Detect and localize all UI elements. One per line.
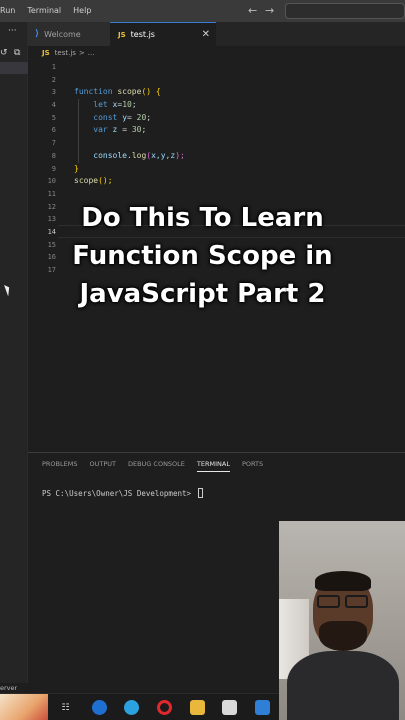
code-lines: function scope() { let x=10; const y= 20… — [74, 61, 185, 188]
line-number: 10 — [47, 177, 56, 186]
function-name-token: log — [131, 150, 147, 160]
number-token: 10 — [122, 100, 132, 110]
explorer-sidebar: ··· ↺ ⧉ — [0, 22, 28, 695]
webcam-person-beard — [319, 621, 367, 651]
keyword-token: let — [93, 100, 108, 110]
line-number: 8 — [51, 151, 56, 160]
tab-problems[interactable]: PROBLEMS — [42, 460, 77, 472]
code-line-5: const y= 20; — [74, 112, 185, 125]
tab-test-js[interactable]: JS test.js ✕ — [110, 22, 216, 46]
punctuation-token: () { — [141, 87, 161, 97]
menu-help[interactable]: Help — [67, 0, 97, 22]
arguments-token: x,y,z — [151, 150, 176, 160]
webcam-person-body — [287, 651, 399, 720]
keyword-token: var — [93, 125, 108, 135]
code-line-8: console.log(x,y,z); — [74, 150, 185, 163]
tab-output[interactable]: OUTPUT — [89, 460, 116, 472]
punctuation-token: } — [74, 163, 79, 173]
line-number: 9 — [51, 164, 56, 173]
command-search-input[interactable] — [285, 3, 405, 19]
terminal-prompt-line[interactable]: PS C:\Users\Owner\JS Development> — [42, 488, 203, 498]
refresh-icon[interactable]: ↺ — [0, 48, 8, 58]
menu-terminal[interactable]: Terminal — [21, 0, 67, 22]
caption-line-2: Function Scope in — [72, 241, 333, 271]
operator-token: = — [117, 125, 132, 135]
status-text[interactable]: erver — [0, 684, 17, 692]
code-line-9: } — [74, 163, 185, 176]
os-taskbar: ☷ — [0, 693, 279, 720]
tab-terminal[interactable]: TERMINAL — [196, 460, 230, 472]
code-line-4: let x=10; — [74, 99, 185, 112]
collapse-all-icon[interactable]: ⧉ — [14, 48, 20, 58]
more-actions-icon[interactable]: ··· — [8, 26, 17, 36]
punctuation-token: (); — [98, 176, 113, 186]
opera-icon[interactable] — [157, 700, 172, 715]
store-icon[interactable] — [255, 700, 270, 715]
taskbar-avatar-icon[interactable] — [0, 694, 48, 720]
file-explorer-icon[interactable] — [190, 700, 205, 715]
status-bar: erver — [0, 683, 279, 693]
edge-dev-icon[interactable] — [92, 700, 107, 715]
line-number: 2 — [51, 75, 56, 84]
line-number: 4 — [51, 101, 56, 110]
webcam-person-glasses — [315, 595, 371, 609]
line-number: 3 — [51, 88, 56, 97]
menu-run[interactable]: Run — [0, 0, 21, 22]
arrow-left-icon[interactable]: ← — [248, 4, 257, 18]
edge-icon[interactable] — [124, 700, 139, 715]
taskview-icon[interactable]: ☷ — [58, 700, 73, 715]
tab-debug-console[interactable]: DEBUG CONSOLE — [128, 460, 185, 472]
line-number: 5 — [51, 113, 56, 122]
terminal-prompt: PS C:\Users\Owner\JS Development> — [42, 489, 196, 498]
terminal-cursor — [197, 488, 203, 498]
function-name-token: scope — [74, 176, 99, 186]
calendar-icon[interactable] — [222, 700, 237, 715]
line-number: 1 — [51, 63, 56, 71]
breadcrumb-file[interactable]: test.js — [55, 49, 76, 57]
selected-explorer-item[interactable] — [0, 62, 28, 74]
object-token: console — [93, 150, 127, 160]
caption-line-1: Do This To Learn — [81, 203, 324, 233]
keyword-token: const — [93, 112, 118, 122]
code-line-6: var z = 30; — [74, 124, 185, 137]
operator-token: = — [127, 112, 137, 122]
arrow-right-icon[interactable]: → — [265, 4, 274, 18]
line-number: 7 — [51, 139, 56, 148]
breadcrumb-separator: > — [78, 49, 85, 57]
tab-ports[interactable]: PORTS — [242, 460, 263, 472]
editor-tab-bar: ⟩ Welcome JS test.js ✕ — [28, 22, 405, 46]
function-name-token: scope — [117, 87, 142, 97]
vscode-icon: ⟩ — [35, 29, 40, 39]
webcam-person-hair — [315, 571, 371, 591]
panel-tab-bar: PROBLEMS OUTPUT DEBUG CONSOLE TERMINAL P… — [42, 460, 275, 472]
video-caption: Do This To Learn Function Scope in JavaS… — [0, 199, 405, 313]
punctuation-token: ; — [146, 112, 152, 122]
punctuation-token: ; — [131, 100, 137, 110]
caption-line-3: JavaScript Part 2 — [79, 279, 326, 309]
js-file-icon: JS — [42, 49, 50, 57]
js-file-icon: JS — [118, 30, 126, 39]
glasses-lens-left — [317, 595, 340, 608]
breadcrumb-trail[interactable]: ... — [88, 49, 95, 57]
line-number: 6 — [51, 126, 56, 135]
glasses-lens-right — [345, 595, 368, 608]
number-token: 20 — [136, 112, 147, 122]
tab-welcome-label: Welcome — [44, 29, 81, 39]
keyword-token: function — [74, 87, 113, 97]
tab-welcome[interactable]: ⟩ Welcome — [28, 22, 110, 46]
breadcrumb: JS test.js > ... — [42, 49, 94, 57]
webcam-overlay — [279, 521, 405, 720]
punctuation-token: ; — [141, 125, 147, 135]
tab-test-js-label: test.js — [130, 30, 155, 39]
punctuation-token: ); — [175, 150, 185, 160]
close-icon[interactable]: ✕ — [202, 29, 210, 40]
code-line-10: scope(); — [74, 175, 185, 188]
code-line-3: function scope() { — [74, 86, 185, 99]
title-bar: Run Terminal Help ← → — [0, 0, 405, 22]
